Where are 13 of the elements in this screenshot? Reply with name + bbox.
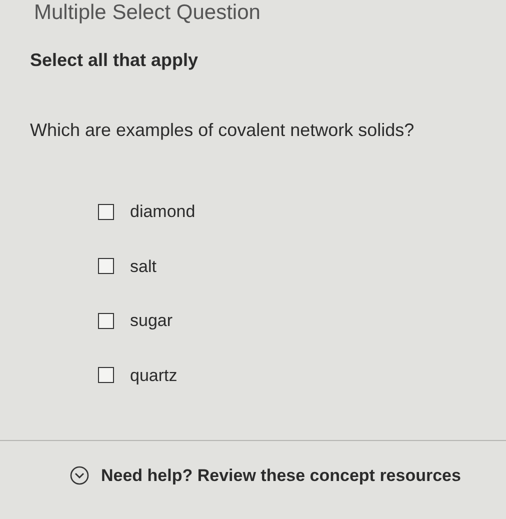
page-title: Multiple Select Question — [34, 1, 260, 24]
option-label[interactable]: quartz — [130, 362, 178, 388]
checkbox[interactable] — [98, 312, 114, 329]
checkbox[interactable] — [98, 204, 114, 220]
option-label[interactable]: diamond — [130, 199, 196, 225]
chevron-icon[interactable] — [70, 466, 89, 486]
instruction-text: Select all that apply — [29, 49, 200, 72]
option-label[interactable]: salt — [130, 254, 156, 280]
option-label[interactable]: sugar — [130, 308, 173, 334]
checkbox[interactable] — [98, 367, 114, 384]
checkbox[interactable] — [98, 258, 114, 274]
help-link[interactable]: Need help? Review these concept resources — [101, 463, 461, 489]
question-text: Which are examples of covalent network solids? — [29, 119, 416, 142]
